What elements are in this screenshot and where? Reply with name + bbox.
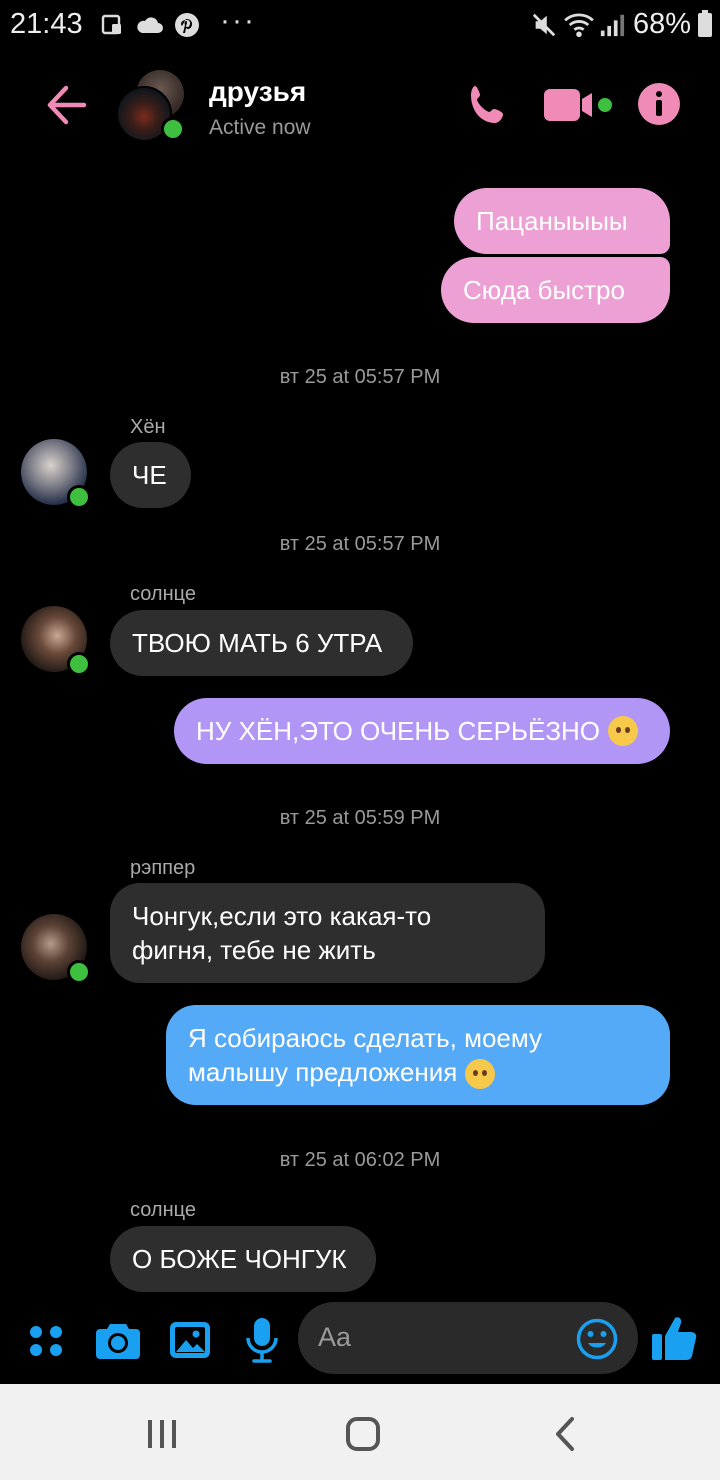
mute-icon [532,13,556,37]
angry-emoji-icon [608,716,639,746]
message-text: Чонгук,если это какая-то [132,901,432,931]
message-text: ЧЕ [132,460,167,490]
sender-name: Хён [130,416,166,438]
back-arrow-icon[interactable] [44,82,90,128]
active-status: Active now [209,116,311,139]
wifi-icon [564,13,594,38]
message-outgoing[interactable]: Сюда быстро [441,257,670,323]
battery-percent: 68% [633,8,692,40]
info-icon[interactable] [637,82,681,126]
sender-name: солнце [130,1199,196,1221]
screenshot-notification-icon [101,14,121,35]
message-outgoing[interactable]: НУ ХЁН,ЭТО ОЧЕНЬ СЕРЬЁЗНО [174,698,670,764]
camera-icon[interactable] [94,1316,142,1364]
gallery-icon[interactable] [168,1316,212,1364]
message-text: Сюда быстро [463,275,625,305]
message-text: Я собираюсь сделать, моему [188,1022,543,1053]
message-text: О БОЖЕ ЧОНГУК [132,1244,347,1274]
phone-icon[interactable] [466,82,512,128]
timestamp: вт 25 at 05:57 PM [279,366,441,388]
thumbs-up-icon[interactable] [650,1312,698,1362]
nav-home-icon[interactable] [344,1414,382,1454]
pleading-emoji-icon [465,1059,496,1090]
menu-dots-icon[interactable] [26,1316,66,1364]
message-text: ТВОЮ МАТЬ 6 УТРА [132,628,383,658]
timestamp: вт 25 at 06:02 PM [279,1149,441,1171]
online-indicator [161,117,185,141]
timestamp: вт 25 at 05:59 PM [279,807,441,829]
status-bar: 21:43 ··· 68% [0,0,720,52]
battery-icon [698,10,712,37]
online-indicator [67,485,91,509]
nav-recents-icon[interactable] [144,1414,180,1454]
message-text: малышу предложения [188,1056,458,1087]
chat-title[interactable]: друзья [209,76,306,108]
video-icon[interactable] [544,82,614,128]
microphone-icon[interactable] [244,1316,280,1364]
message-text: фигня, тебе не жить [132,935,376,965]
message-incoming[interactable]: ЧЕ [110,442,191,508]
message-incoming[interactable]: О БОЖЕ ЧОНГУК [110,1226,376,1292]
sender-name: рэппер [130,857,196,879]
signal-icon [600,14,625,37]
message-outgoing[interactable]: Пацаныыыы [454,188,670,254]
cloud-icon [137,17,163,33]
emoji-icon[interactable] [576,1318,618,1360]
pinterest-icon [175,13,199,37]
message-incoming[interactable]: ТВОЮ МАТЬ 6 УТРА [110,610,413,676]
nav-back-icon[interactable] [550,1414,580,1454]
online-indicator [67,960,91,984]
message-text: НУ ХЁН,ЭТО ОЧЕНЬ СЕРЬЁЗНО [196,716,601,746]
more-notifications-icon: ··· [220,4,256,37]
online-indicator [67,652,91,676]
timestamp: вт 25 at 05:57 PM [279,533,441,555]
status-time: 21:43 [10,8,83,40]
message-input-placeholder: Aa [318,1322,352,1352]
message-text: Пацаныыыы [476,206,628,236]
message-incoming[interactable]: Чонгук,если это какая-то фигня, тебе не … [110,883,545,983]
message-outgoing[interactable]: Я собираюсь сделать, моему малышу предло… [166,1005,670,1105]
sender-name: солнце [130,583,196,605]
